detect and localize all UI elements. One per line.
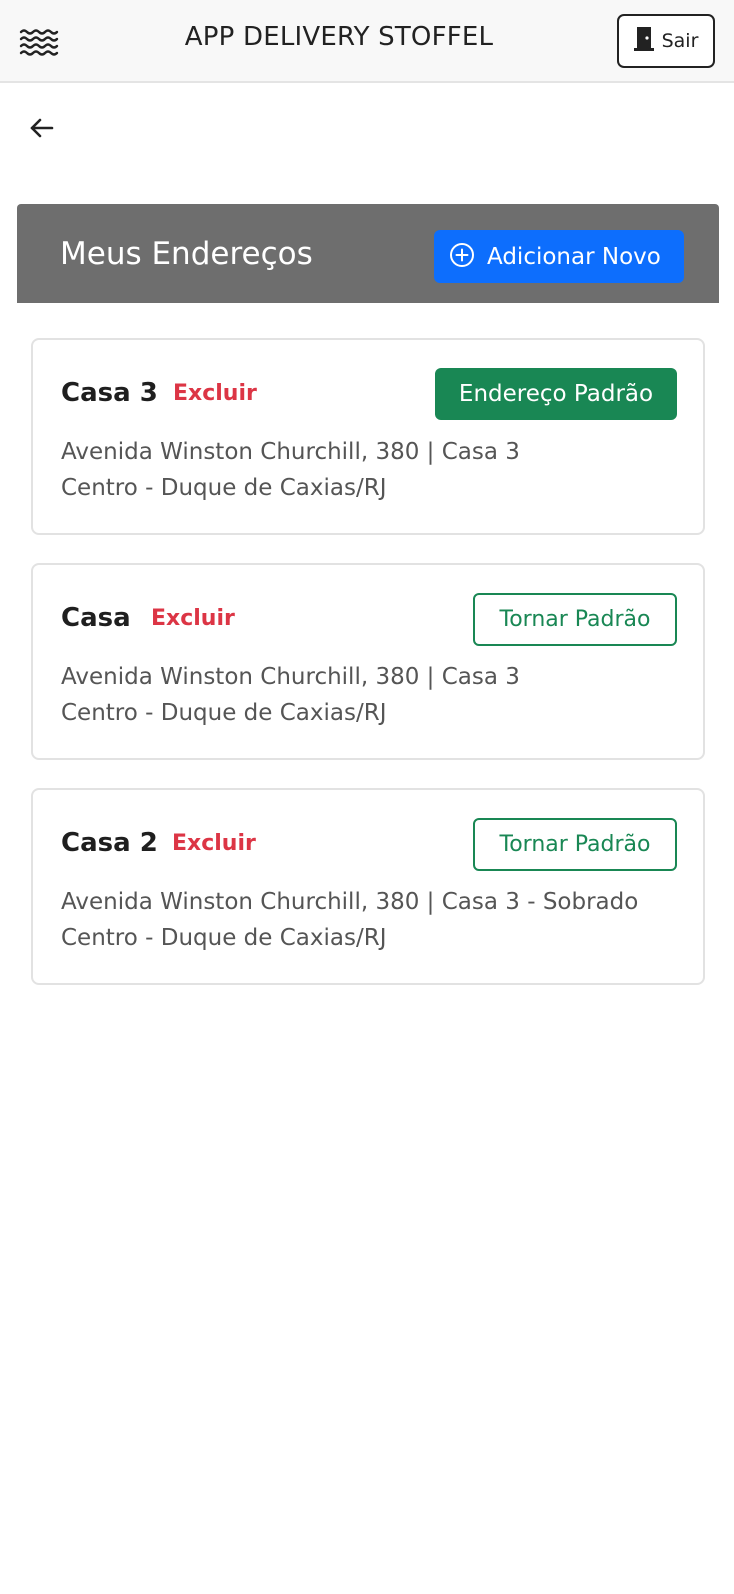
make-default-button[interactable]: Tornar Padrão [473, 818, 677, 871]
logout-label: Sair [661, 30, 699, 52]
address-card: Casa 3 Excluir Endereço Padrão Avenida W… [31, 338, 705, 535]
delete-address-link[interactable]: Excluir [172, 831, 256, 856]
address-line1: Avenida Winston Churchill, 380 | Casa 3 [61, 439, 520, 465]
default-address-button[interactable]: Endereço Padrão [435, 368, 677, 420]
page-title: Meus Endereços [60, 236, 313, 272]
add-address-label: Adicionar Novo [487, 243, 661, 270]
address-name: Casa [61, 603, 131, 633]
address-line2: Centro - Duque de Caxias/RJ [61, 700, 387, 726]
menu-waves-icon[interactable] [18, 24, 60, 58]
door-icon [633, 26, 654, 56]
address-name: Casa 3 [61, 378, 158, 408]
address-line1: Avenida Winston Churchill, 380 | Casa 3 [61, 664, 520, 690]
address-line1: Avenida Winston Churchill, 380 | Casa 3 … [61, 889, 639, 915]
plus-circle-icon [449, 242, 475, 272]
delete-address-link[interactable]: Excluir [173, 381, 257, 406]
address-line2: Centro - Duque de Caxias/RJ [61, 925, 387, 951]
logout-button[interactable]: Sair [617, 14, 715, 68]
address-card: Casa 2 Excluir Tornar Padrão Avenida Win… [31, 788, 705, 985]
delete-address-link[interactable]: Excluir [151, 606, 235, 631]
address-line2: Centro - Duque de Caxias/RJ [61, 475, 387, 501]
address-card: Casa Excluir Tornar Padrão Avenida Winst… [31, 563, 705, 760]
arrow-left-icon[interactable] [26, 112, 58, 144]
app-title: APP DELIVERY STOFFEL [184, 22, 494, 52]
add-address-button[interactable]: Adicionar Novo [434, 230, 684, 283]
address-name: Casa 2 [61, 828, 158, 858]
section-header: Meus Endereços Adicionar Novo [17, 204, 719, 303]
top-navbar: APP DELIVERY STOFFEL Sair [0, 0, 734, 83]
make-default-button[interactable]: Tornar Padrão [473, 593, 677, 646]
